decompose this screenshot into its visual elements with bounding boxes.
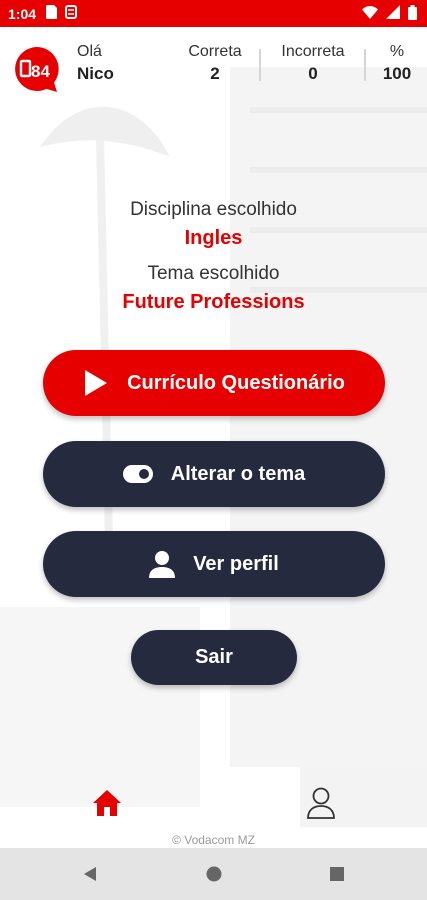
correct-label: Correta xyxy=(188,43,242,60)
discipline-value: Ingles xyxy=(184,227,243,249)
background-illustration xyxy=(0,27,427,848)
sync-icon xyxy=(65,5,78,22)
header: 84 Olá Nico Correta 2 Incorreta 0 % 100 xyxy=(0,27,427,103)
view-profile-button[interactable]: Ver perfil xyxy=(43,531,385,597)
theme-value: Future Professions xyxy=(122,291,305,313)
user-icon xyxy=(149,550,176,578)
percent-value: 100 xyxy=(382,64,412,83)
quiz-button[interactable]: Currículo Questionário xyxy=(43,350,385,416)
user-name: Nico xyxy=(77,64,114,83)
profile-icon[interactable] xyxy=(306,787,336,819)
quiz-button-label: Currículo Questionário xyxy=(127,371,345,394)
sim-card-icon xyxy=(46,5,58,22)
wifi-icon xyxy=(362,5,378,22)
stat-incorrect: Incorreta 0 xyxy=(272,43,354,84)
signal-icon xyxy=(386,5,400,22)
logo-text: 84 xyxy=(31,62,50,81)
greeting-label: Olá xyxy=(77,43,102,60)
exit-button-label: Sair xyxy=(195,646,233,668)
theme-label: Tema escolhido xyxy=(147,263,280,284)
change-theme-button[interactable]: Alterar o tema xyxy=(43,441,385,507)
discipline-label: Disciplina escolhido xyxy=(130,199,297,220)
correct-value: 2 xyxy=(210,64,220,83)
stat-divider xyxy=(259,49,261,81)
stat-correct: Correta 2 xyxy=(184,43,246,84)
user-greeting: Olá Nico xyxy=(77,43,114,84)
back-icon[interactable] xyxy=(82,866,98,887)
system-nav-bar xyxy=(0,848,427,900)
stat-percent: % 100 xyxy=(376,43,418,84)
incorrect-value: 0 xyxy=(308,64,318,83)
percent-label: % xyxy=(389,43,405,60)
exit-button[interactable]: Sair xyxy=(131,630,297,685)
change-theme-button-label: Alterar o tema xyxy=(170,462,306,485)
home-icon[interactable] xyxy=(92,788,122,818)
recent-apps-icon[interactable] xyxy=(329,866,345,887)
stat-divider xyxy=(364,49,366,81)
home-circle-icon[interactable] xyxy=(206,866,222,887)
play-icon xyxy=(83,369,109,397)
battery-icon xyxy=(408,4,417,23)
toggle-icon xyxy=(122,465,153,483)
incorrect-label: Incorreta xyxy=(281,43,345,60)
status-bar: 1:04 xyxy=(0,0,427,27)
app-logo: 84 xyxy=(12,45,62,93)
status-time: 1:04 xyxy=(8,5,37,22)
footer-copyright: © Vodacom MZ xyxy=(172,833,255,847)
view-profile-button-label: Ver perfil xyxy=(193,552,279,575)
